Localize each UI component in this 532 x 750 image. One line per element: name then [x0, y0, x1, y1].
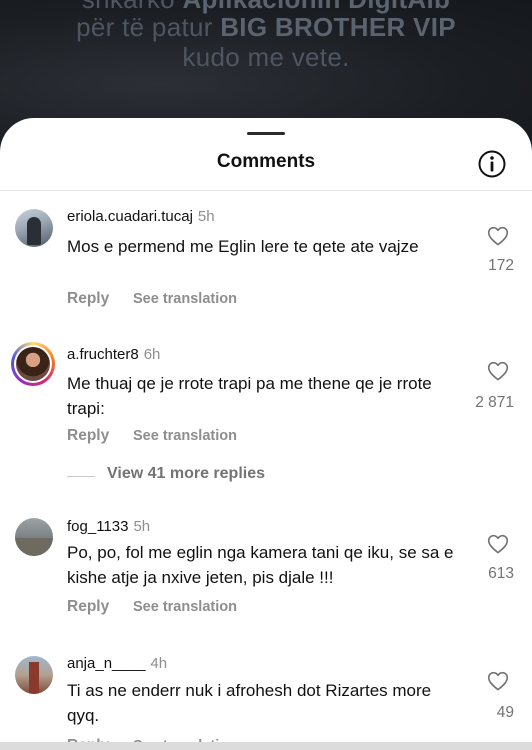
see-translation-button[interactable]: See translation	[133, 291, 237, 307]
comment-time: 6h	[143, 346, 161, 363]
drag-handle[interactable]	[247, 132, 285, 135]
comment-username[interactable]: anja_n____ 4h	[67, 655, 167, 672]
like-count: 613	[488, 565, 514, 582]
see-translation-button[interactable]: See translation	[133, 428, 237, 444]
view-more-divider	[67, 476, 95, 477]
comment-username[interactable]: eriola.cuadari.tucaj 5h	[67, 208, 215, 225]
header-divider	[0, 190, 532, 191]
heart-icon[interactable]	[487, 226, 509, 246]
like-count: 2 871	[475, 394, 514, 411]
comment-text: Po, po, fol me eglin nga kamera tani qe …	[67, 543, 454, 587]
heart-icon[interactable]	[487, 534, 509, 554]
bottom-strip	[0, 742, 532, 750]
like-count: 172	[488, 257, 514, 274]
comment-text: Mos e permend me Eglin lere te qete ate …	[67, 237, 419, 256]
avatar[interactable]	[11, 342, 55, 386]
info-icon[interactable]	[477, 149, 507, 179]
comment-username[interactable]: a.fruchter8 6h	[67, 346, 160, 363]
comment-time: 5h	[133, 518, 151, 535]
view-more-label[interactable]: View 41 more replies	[107, 465, 265, 483]
avatar[interactable]	[15, 518, 53, 556]
see-translation-button[interactable]: See translation	[133, 599, 237, 615]
comment-text: Me thuaj qe je rrote trapi pa me thene q…	[67, 374, 432, 418]
backdrop-line-3: kudo me vete.	[182, 42, 350, 72]
reply-button[interactable]: Reply	[67, 598, 109, 616]
comment-time: 5h	[197, 208, 215, 225]
avatar[interactable]	[15, 656, 53, 694]
view-more-replies[interactable]: View 41 more replies	[67, 464, 367, 488]
like-count: 49	[496, 704, 514, 721]
heart-icon[interactable]	[487, 671, 509, 691]
reply-button[interactable]: Reply	[67, 290, 109, 308]
sheet-title: Comments	[216, 151, 316, 172]
comments-sheet: Comments eriola.cuadari.tucaj 5h Mos e pe…	[0, 118, 532, 750]
comment-time: 4h	[150, 655, 168, 672]
reply-button[interactable]: Reply	[67, 427, 109, 445]
backdrop-line-2: për të patur BIG BROTHER VIP	[76, 12, 456, 42]
comment-username[interactable]: fog_1133 5h	[67, 518, 150, 535]
avatar[interactable]	[15, 209, 53, 247]
heart-icon[interactable]	[487, 361, 509, 381]
comment-text: Ti as ne enderr nuk i afrohesh dot Rizar…	[67, 681, 432, 725]
